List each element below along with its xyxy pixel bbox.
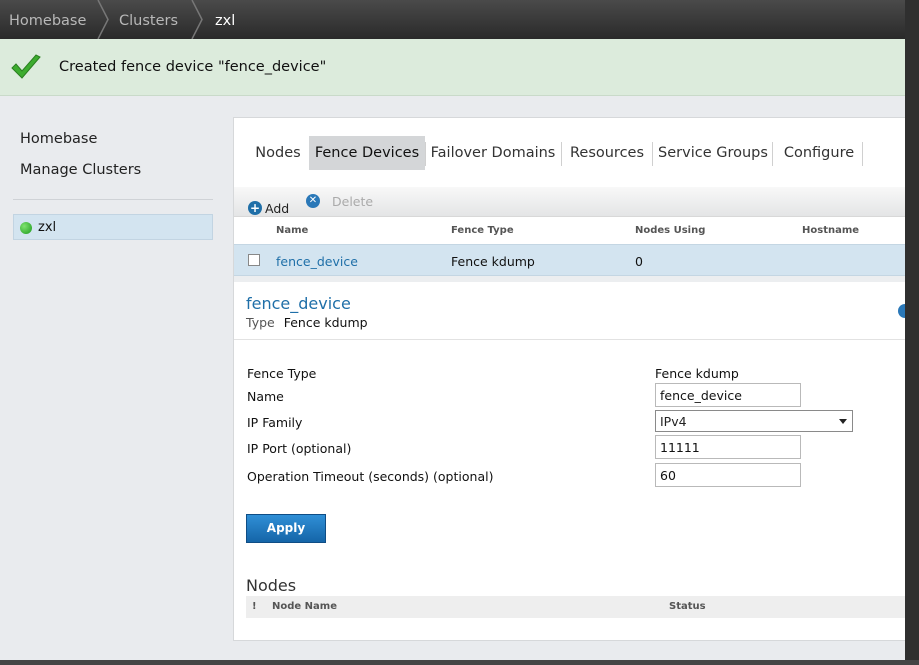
column-header-status[interactable]: Status bbox=[669, 601, 706, 612]
table-row[interactable]: fence_device Fence kdump 0 bbox=[234, 244, 906, 276]
add-label: Add bbox=[265, 201, 290, 216]
op-timeout-field[interactable] bbox=[655, 463, 801, 487]
detail-title: fence_device bbox=[246, 294, 351, 313]
name-label: Name bbox=[247, 389, 284, 404]
plus-icon: + bbox=[248, 201, 262, 215]
delete-label: Delete bbox=[332, 194, 374, 209]
column-header-node-name[interactable]: Node Name bbox=[272, 601, 337, 612]
sidebar-link-manage-clusters[interactable]: Manage Clusters bbox=[20, 162, 141, 178]
fence-type-value: Fence kdump bbox=[655, 366, 739, 381]
sidebar-link-homebase[interactable]: Homebase bbox=[20, 131, 97, 147]
tab-divider bbox=[862, 142, 863, 166]
detail-type-value: Fence kdump bbox=[283, 315, 368, 330]
detail-type: Type Fence kdump bbox=[246, 315, 368, 330]
breadcrumb-separator-icon bbox=[97, 0, 109, 39]
sidebar-cluster-zxl[interactable]: zxl bbox=[13, 214, 213, 240]
ip-port-field[interactable] bbox=[655, 435, 801, 459]
apply-button[interactable]: Apply bbox=[246, 514, 326, 543]
tab-nodes[interactable]: Nodes bbox=[246, 136, 310, 170]
detail-divider bbox=[234, 339, 906, 340]
ip-family-select[interactable]: IPv4 bbox=[655, 410, 853, 432]
breadcrumb-separator-icon bbox=[191, 0, 203, 39]
add-button[interactable]: + Add bbox=[248, 195, 306, 216]
breadcrumb-clusters[interactable]: Clusters bbox=[119, 0, 178, 39]
nodes-section-title: Nodes bbox=[246, 576, 297, 595]
section-gap bbox=[234, 276, 906, 282]
delete-button[interactable]: ✕ Delete bbox=[306, 192, 376, 212]
tab-bar: Nodes Fence Devices Failover Domains Res… bbox=[234, 136, 906, 170]
breadcrumb-homebase[interactable]: Homebase bbox=[9, 0, 86, 39]
sidebar-divider bbox=[13, 199, 213, 200]
fence-type-cell: Fence kdump bbox=[451, 254, 535, 269]
tab-resources[interactable]: Resources bbox=[562, 136, 652, 170]
checkmark-icon bbox=[11, 54, 41, 79]
fence-toolbar: + Add ✕ Delete bbox=[234, 187, 906, 217]
status-online-icon bbox=[20, 222, 32, 234]
column-header-nodes-using[interactable]: Nodes Using bbox=[635, 225, 705, 236]
row-checkbox[interactable] bbox=[248, 254, 260, 266]
success-notification: Created fence device "fence_device" bbox=[0, 39, 905, 96]
column-header-fence-type[interactable]: Fence Type bbox=[451, 225, 514, 236]
cluster-name: zxl bbox=[38, 220, 57, 235]
breadcrumb-current-cluster: zxl bbox=[215, 13, 236, 29]
op-timeout-label: Operation Timeout (seconds) (optional) bbox=[247, 469, 494, 484]
name-field[interactable] bbox=[655, 383, 801, 407]
fence-device-link[interactable]: fence_device bbox=[276, 254, 358, 269]
tab-configure[interactable]: Configure bbox=[773, 136, 865, 170]
window-edge-bottom bbox=[0, 660, 919, 665]
ip-port-label: IP Port (optional) bbox=[247, 441, 352, 456]
detail-type-label: Type bbox=[246, 315, 275, 330]
breadcrumb: Homebase Clusters zxl bbox=[0, 0, 905, 39]
tab-fence-devices[interactable]: Fence Devices bbox=[309, 136, 425, 170]
notification-message: Created fence device "fence_device" bbox=[59, 59, 327, 75]
main-panel: Nodes Fence Devices Failover Domains Res… bbox=[233, 117, 912, 641]
fence-type-label: Fence Type bbox=[247, 366, 317, 381]
window-edge bbox=[905, 0, 919, 665]
tab-failover-domains[interactable]: Failover Domains bbox=[426, 136, 560, 170]
column-header-name[interactable]: Name bbox=[276, 225, 308, 236]
ip-family-label: IP Family bbox=[247, 415, 303, 430]
tab-service-groups[interactable]: Service Groups bbox=[653, 136, 773, 170]
nodes-using-cell: 0 bbox=[635, 254, 643, 269]
delete-x-icon: ✕ bbox=[306, 194, 320, 208]
dropdown-arrow-icon bbox=[839, 419, 847, 424]
column-header-hostname[interactable]: Hostname bbox=[802, 225, 859, 236]
fence-table-header: Name Fence Type Nodes Using Hostname bbox=[234, 218, 906, 244]
ip-family-value: IPv4 bbox=[660, 414, 687, 429]
nodes-table-header: ! Node Name Status bbox=[246, 596, 906, 618]
column-header-alert[interactable]: ! bbox=[252, 601, 257, 612]
